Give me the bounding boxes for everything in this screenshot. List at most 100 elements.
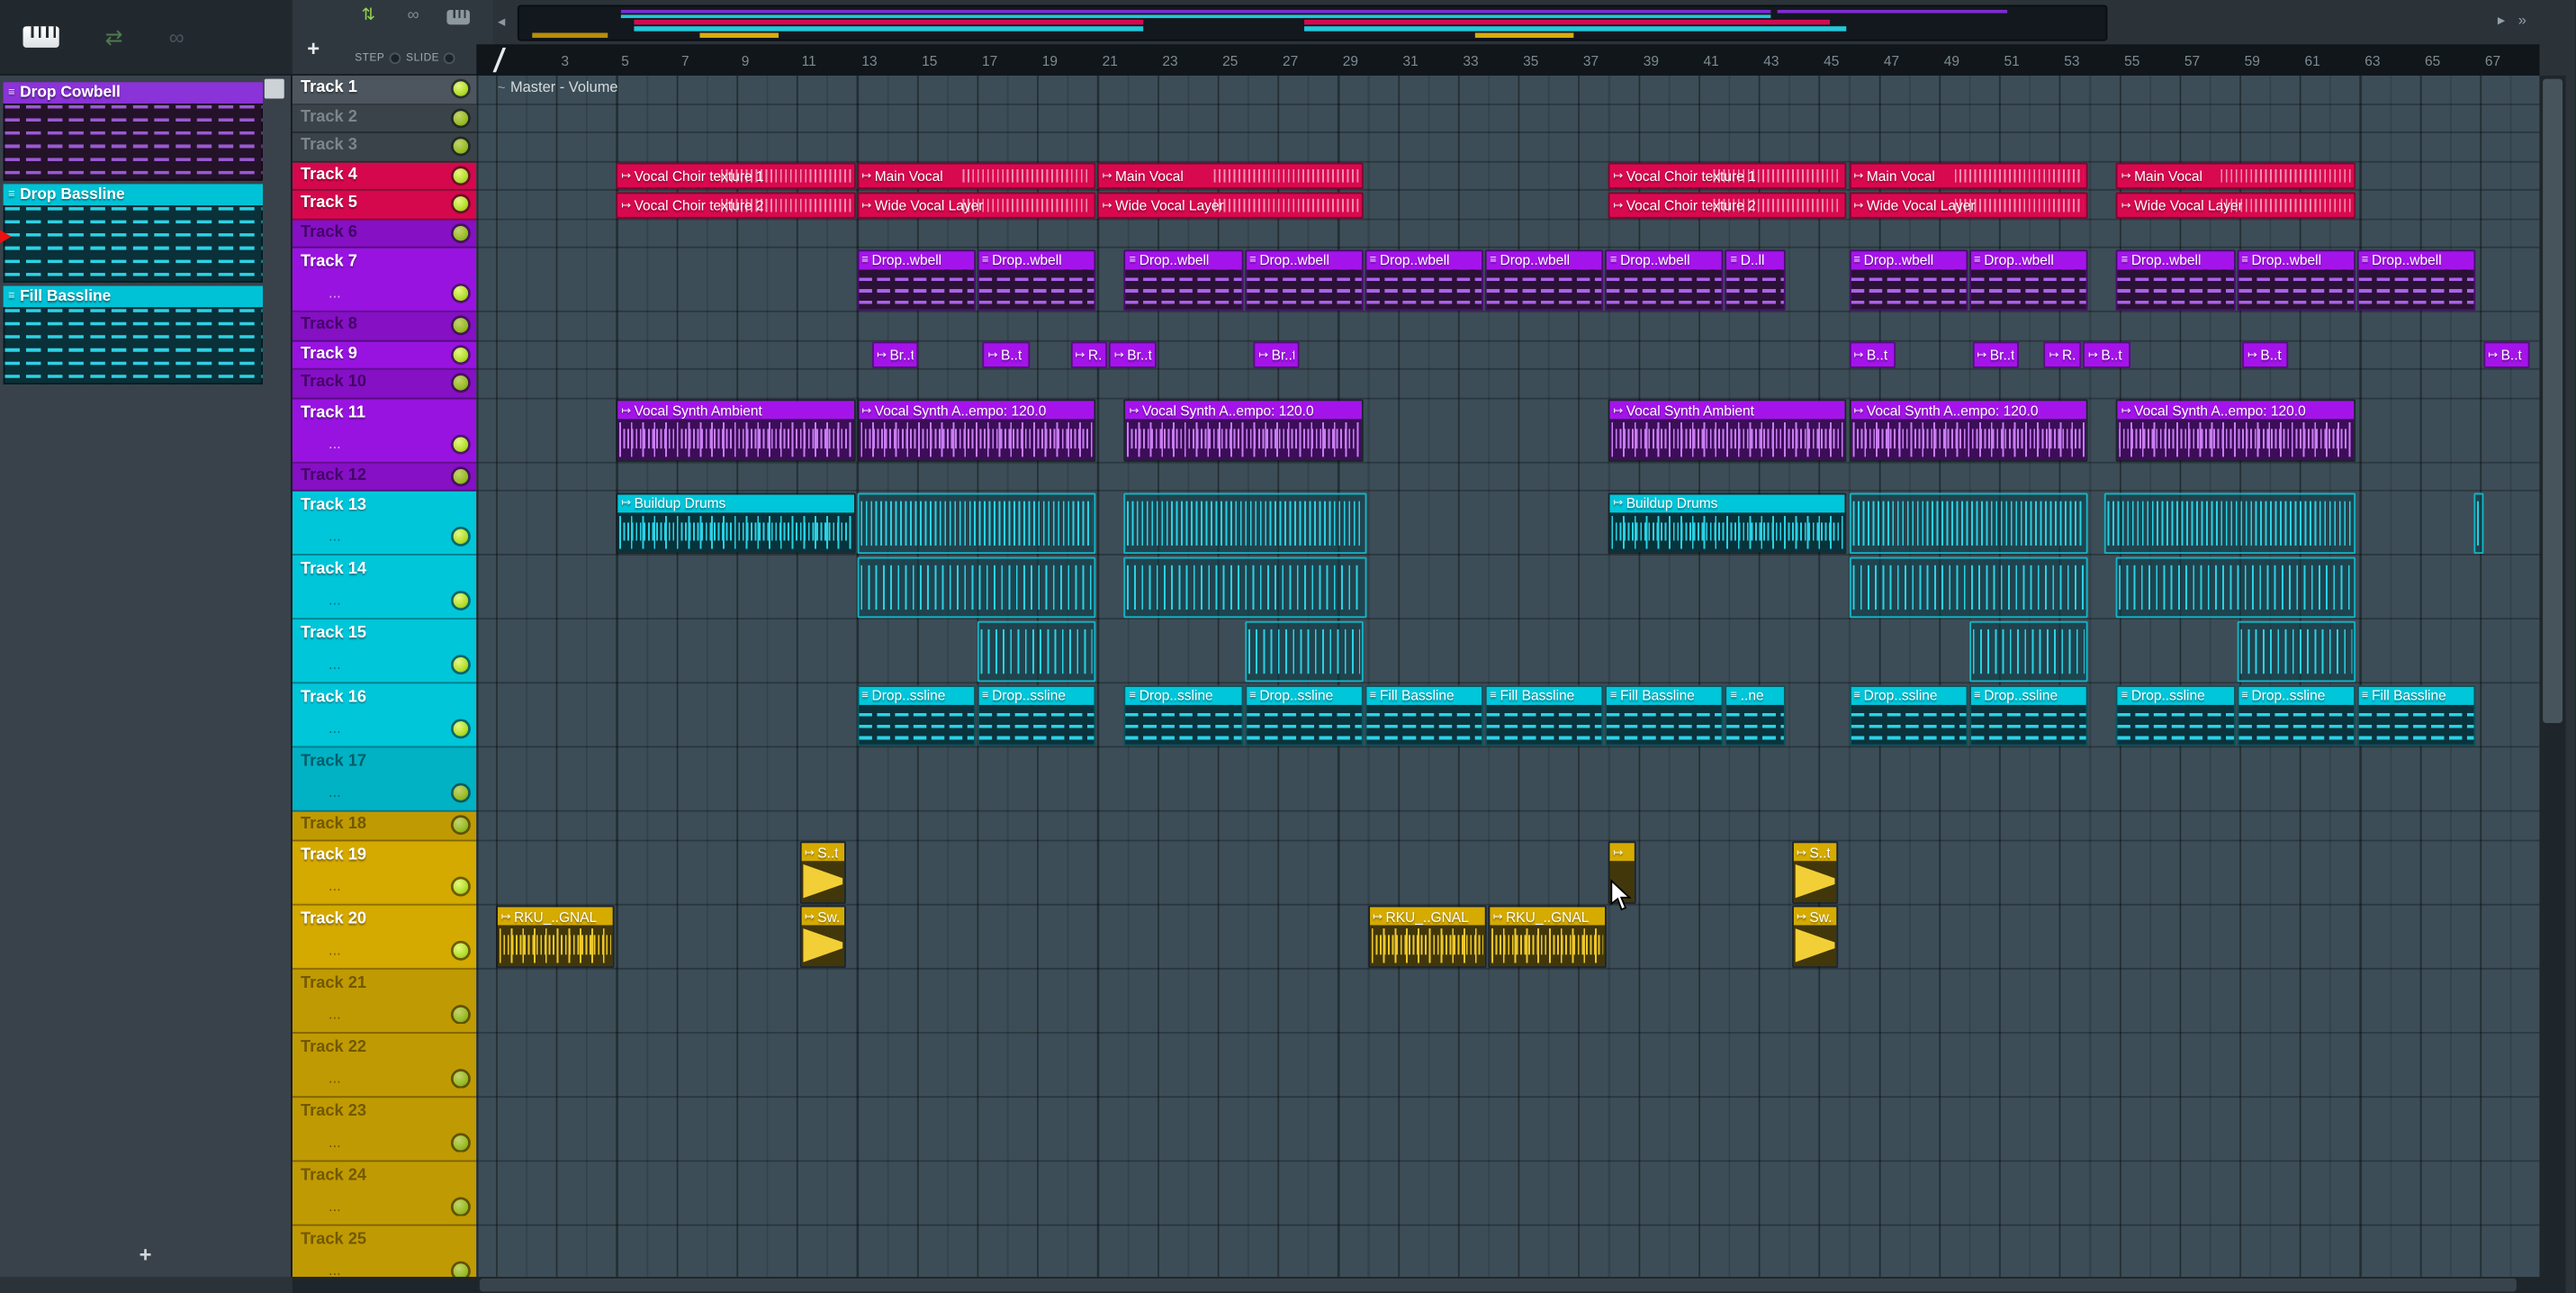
playlist-clip[interactable]: ≡ Drop..wbell	[2116, 249, 2235, 311]
playlist-clip[interactable]: ≡ D..ll	[1725, 249, 1786, 311]
vertical-scroll-thumb[interactable]	[2543, 78, 2562, 724]
track-header[interactable]: Track 9	[292, 340, 477, 370]
playlist-clip[interactable]: ↦ RKU_..GNAL	[1367, 905, 1487, 968]
playlist-clip[interactable]: ↦ Main Vocal	[1849, 162, 2088, 189]
playlist-clip[interactable]: ≡ Drop..ssline	[977, 684, 1096, 746]
track-led[interactable]	[453, 1262, 469, 1278]
playlist-clip[interactable]: ≡ Drop..ssline	[856, 684, 976, 746]
vertical-scrollbar[interactable]	[2539, 75, 2566, 1278]
add-pattern-button[interactable]: +	[0, 1243, 291, 1267]
playlist-clip[interactable]: ≡ Drop..ssline	[1244, 684, 1364, 746]
pattern-header[interactable]: ≡ Drop Bassline	[3, 184, 264, 206]
playlist-clip[interactable]: ↦ Br..t	[871, 341, 919, 368]
track-header[interactable]: Track 21...	[292, 968, 477, 1034]
track-header[interactable]: Track 17...	[292, 747, 477, 812]
track-led[interactable]	[453, 657, 469, 673]
playlist-clip[interactable]	[2116, 556, 2355, 619]
track-header[interactable]: Track 5	[292, 190, 477, 220]
track-header[interactable]: Track 20...	[292, 904, 477, 969]
playlist-clip[interactable]	[1124, 556, 1366, 619]
playlist-clip[interactable]: ↦ Main Vocal	[856, 162, 1096, 189]
playlist-clip[interactable]	[1849, 556, 2088, 619]
playlist-clip[interactable]: ↦ Vocal Synth Ambient	[616, 399, 856, 461]
playlist-clip[interactable]	[2473, 492, 2483, 555]
playlist-clip[interactable]: ≡ ..ne	[1725, 684, 1786, 746]
playlist-clip[interactable]	[1849, 492, 2088, 555]
scroll-right-icon[interactable]: ▸	[2498, 12, 2505, 30]
track-header[interactable]: Track 11...	[292, 398, 477, 463]
horizontal-scroll-thumb[interactable]	[479, 1278, 2517, 1292]
track-header[interactable]: Track 15...	[292, 619, 477, 684]
playlist-clip[interactable]: ≡ Fill Bassline	[1365, 684, 1484, 746]
playlist-clip[interactable]: ↦ Wide Vocal Layer	[2116, 191, 2355, 218]
track-header[interactable]: Track 12	[292, 462, 477, 492]
track-header[interactable]: Track 8	[292, 312, 477, 341]
playlist-clip[interactable]: ≡ Drop..ssline	[2236, 684, 2355, 746]
playlist-clip[interactable]: ↦ Wide Vocal Layer	[856, 191, 1096, 218]
playlist-clip[interactable]	[2236, 619, 2355, 683]
track-header[interactable]: Track 7...	[292, 248, 477, 312]
playlist-clip[interactable]: ≡ Drop..wbell	[1124, 249, 1243, 311]
playlist-clip[interactable]: ↦ Vocal Choir texture 2	[1608, 191, 1848, 218]
track-header[interactable]: Track 13...	[292, 491, 477, 556]
add-track-button[interactable]: +	[307, 36, 320, 60]
track-header[interactable]: Track 2	[292, 104, 477, 133]
playlist-clip[interactable]: ≡ Drop..wbell	[856, 249, 976, 311]
playlist-clip[interactable]: ↦ S..t	[1791, 841, 1839, 903]
playlist-clip[interactable]: ↦ Vocal Choir texture 1	[1608, 162, 1848, 189]
track-header[interactable]: Track 6	[292, 219, 477, 249]
track-led[interactable]	[453, 468, 469, 484]
track-header[interactable]: Track 3	[292, 132, 477, 162]
playlist-clip[interactable]: ↦ RKU_..GNAL	[496, 905, 615, 968]
playlist-clip[interactable]: ≡ Drop..wbell	[977, 249, 1096, 311]
playlist-clip[interactable]: ↦ B..t	[1849, 341, 1896, 368]
playlist-clip[interactable]: ↦ Br..t	[1109, 341, 1157, 368]
playlist-clip[interactable]: ↦ Vocal Choir texture 2	[616, 191, 856, 218]
playlist-clip[interactable]: ≡ Drop..ssline	[2116, 684, 2235, 746]
playlist-clip[interactable]: ≡ Drop..wbell	[1968, 249, 2088, 311]
track-header[interactable]: Track 10	[292, 369, 477, 399]
playlist-clip[interactable]: ↦ B..t	[2482, 341, 2530, 368]
track-header[interactable]: Track 25...	[292, 1225, 477, 1278]
track-led[interactable]	[453, 721, 469, 737]
track-led[interactable]	[453, 529, 469, 545]
track-header[interactable]: Track 22...	[292, 1033, 477, 1098]
track-led[interactable]	[453, 592, 469, 609]
track-led[interactable]	[453, 318, 469, 334]
playlist-clip[interactable]: ≡ Drop..wbell	[2236, 249, 2355, 311]
track-led[interactable]	[453, 347, 469, 362]
step-toggle[interactable]	[389, 52, 401, 65]
track-led[interactable]	[453, 285, 469, 301]
playlist-clip[interactable]: ↦ Buildup Drums	[1608, 492, 1848, 555]
playlist-clip[interactable]: ↦Sw..	[1791, 905, 1839, 968]
track-led[interactable]	[453, 225, 469, 240]
playlist-clip[interactable]	[856, 492, 1096, 555]
playlist-clip[interactable]: ≡ Drop..wbell	[2356, 249, 2476, 311]
track-led[interactable]	[453, 139, 469, 155]
pattern-scroll-thumb[interactable]	[264, 78, 284, 99]
playlist-clip[interactable]: ≡ Drop..wbell	[1849, 249, 1968, 311]
playlist-clip[interactable]: ↦ S..t	[799, 841, 847, 903]
playlist-clip[interactable]: ↦ Vocal Synth A..empo: 120.0	[856, 399, 1096, 461]
playlist-clip[interactable]: ↦ Wide Vocal Layer	[1097, 191, 1364, 218]
track-header[interactable]: Track 14...	[292, 555, 477, 620]
playlist-clip[interactable]: ↦ B..t	[983, 341, 1030, 368]
track-header[interactable]: Track 18	[292, 811, 477, 841]
pattern-item[interactable]: ≡ Drop Cowbell	[3, 82, 264, 181]
track-led[interactable]	[453, 818, 469, 833]
track-header[interactable]: Track 19...	[292, 840, 477, 905]
playlist-clip[interactable]: ↦ Vocal Synth A..empo: 120.0	[1849, 399, 2088, 461]
playlist-clip[interactable]: ↦ Vocal Synth A..empo: 120.0	[1124, 399, 1364, 461]
link-icon[interactable]: ∞	[169, 24, 185, 49]
playlist-clip[interactable]	[1124, 492, 1366, 555]
playlist-clip[interactable]: ↦ Main Vocal	[2116, 162, 2355, 189]
playlist-clip[interactable]: ↦ Br..t	[1971, 341, 2019, 368]
arrangement-overview[interactable]	[517, 5, 2108, 41]
playlist-clip[interactable]: ↦ Vocal Synth A..empo: 120.0	[2116, 399, 2355, 461]
playlist-clip[interactable]: ≡ Drop..wbell	[1365, 249, 1484, 311]
playlist-clip[interactable]	[1244, 619, 1364, 683]
track-led[interactable]	[453, 375, 469, 391]
track-led[interactable]	[453, 110, 469, 126]
playlist-clip[interactable]: ↦ B..t	[2242, 341, 2290, 368]
playlist-clip[interactable]: ↦Sw..	[799, 905, 847, 968]
